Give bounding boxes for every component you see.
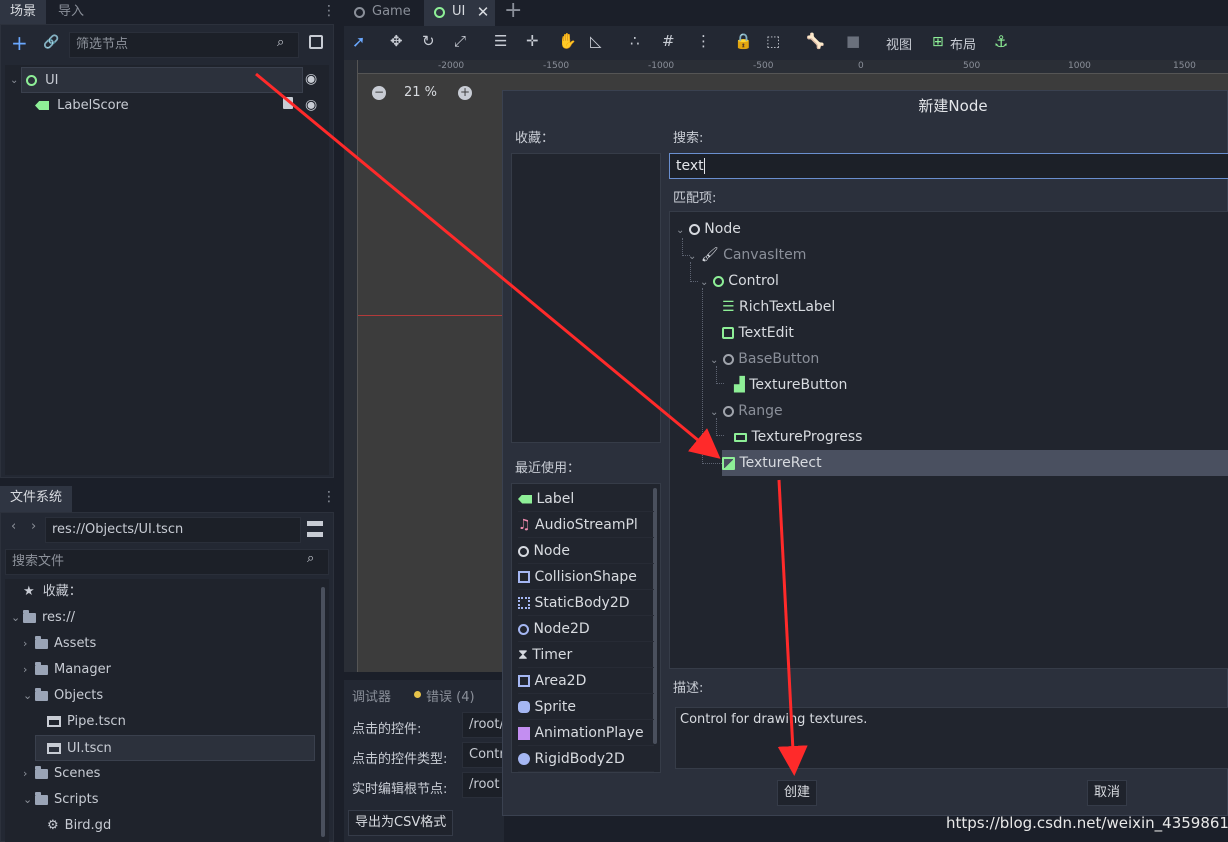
annotation-arrow: [255, 72, 721, 459]
watermark: https://blog.csdn.net/weixin_43598617: [946, 814, 1228, 832]
annotation-arrow: [777, 479, 808, 776]
annotation-arrows: [255, 72, 808, 776]
